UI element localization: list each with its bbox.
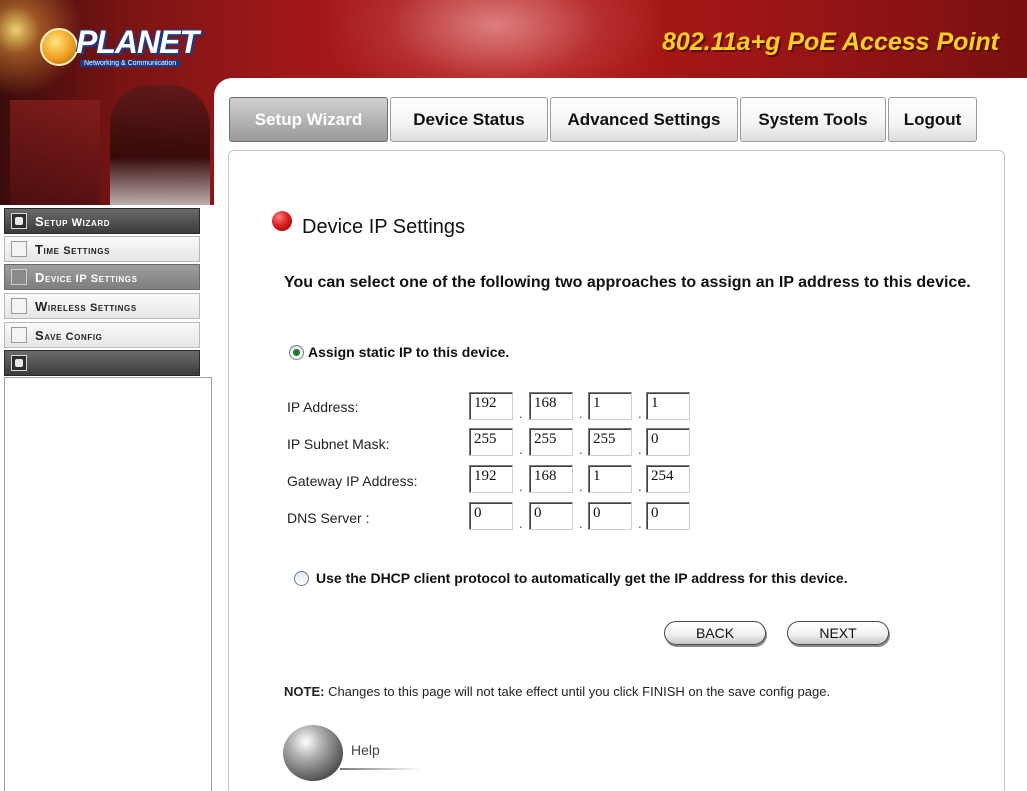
ip-address-octet-3[interactable]: 1	[588, 392, 632, 420]
product-title: 802.11a+g PoE Access Point	[662, 28, 999, 56]
sidebar-box-icon	[11, 213, 27, 229]
dns-server-label: DNS Server :	[287, 510, 370, 526]
sidebar-item-label: Save Config	[35, 327, 103, 343]
sidebar-panel	[4, 377, 212, 791]
gateway-octet-3[interactable]: 1	[588, 465, 632, 493]
octet-separator: .	[638, 406, 642, 421]
sidebar-item-save-config[interactable]: Save Config	[4, 322, 200, 348]
subnet-mask-octet-3[interactable]: 255	[588, 428, 632, 456]
octet-separator: .	[519, 442, 523, 457]
sidebar-box-icon	[11, 355, 27, 371]
sidebar-item-label: Wireless Settings	[35, 298, 137, 314]
help-underline	[340, 768, 422, 770]
gateway-octet-1[interactable]: 192	[469, 465, 513, 493]
static-ip-radio[interactable]	[289, 345, 304, 360]
planet-globe-icon	[40, 28, 78, 66]
ip-address-octet-4[interactable]: 1	[646, 392, 690, 420]
ip-address-octet-2[interactable]: 168	[529, 392, 573, 420]
planet-logo: PLANET Networking & Communication	[30, 20, 199, 70]
sidebar-box-icon	[11, 327, 27, 343]
logo-brand-text: PLANET	[76, 24, 199, 60]
tab-advanced-settings[interactable]: Advanced Settings	[550, 97, 738, 142]
octet-separator: .	[579, 406, 583, 421]
dhcp-radio[interactable]	[294, 571, 309, 586]
dns-octet-4[interactable]: 0	[646, 502, 690, 530]
octet-separator: .	[519, 406, 523, 421]
sidebar-item-wireless-settings[interactable]: Wireless Settings	[4, 293, 200, 319]
tab-system-tools[interactable]: System Tools	[740, 97, 886, 142]
subnet-mask-octet-2[interactable]: 255	[529, 428, 573, 456]
next-button[interactable]: NEXT	[787, 621, 889, 645]
logo-tagline: Networking & Communication	[80, 60, 181, 67]
octet-separator: .	[579, 516, 583, 531]
note-body: Changes to this page will not take effec…	[324, 684, 831, 699]
page-title: Device IP Settings	[302, 216, 466, 238]
tab-device-status[interactable]: Device Status	[390, 97, 548, 142]
banner-photo-shape	[10, 100, 100, 205]
back-button[interactable]: BACK	[664, 621, 766, 645]
sidebar: Setup Wizard Time Settings Device IP Set…	[0, 205, 214, 791]
top-nav-tabs: Setup Wizard Device Status Advanced Sett…	[229, 97, 1009, 143]
sidebar-footer-bar	[4, 350, 200, 376]
gateway-octet-2[interactable]: 168	[529, 465, 573, 493]
gateway-label: Gateway IP Address:	[287, 473, 418, 489]
octet-separator: .	[579, 479, 583, 494]
dns-octet-3[interactable]: 0	[588, 502, 632, 530]
banner-person-image	[110, 85, 210, 205]
octet-separator: .	[519, 479, 523, 494]
sidebar-box-icon	[11, 269, 27, 285]
help-orb-icon[interactable]	[283, 725, 343, 781]
octet-separator: .	[579, 442, 583, 457]
octet-separator: .	[519, 516, 523, 531]
help-link[interactable]: Help	[351, 742, 380, 758]
sidebar-item-label: Time Settings	[35, 241, 111, 257]
dns-octet-2[interactable]: 0	[529, 502, 573, 530]
dhcp-label: Use the DHCP client protocol to automati…	[316, 570, 848, 586]
sidebar-item-setup-wizard[interactable]: Setup Wizard	[4, 208, 200, 234]
sidebar-item-label: Setup Wizard	[35, 213, 111, 229]
dns-octet-1[interactable]: 0	[469, 502, 513, 530]
sidebar-box-icon	[11, 241, 27, 257]
note-text: NOTE: Changes to this page will not take…	[284, 683, 884, 701]
ip-address-octet-1[interactable]: 192	[469, 392, 513, 420]
sidebar-item-label: Device IP Settings	[35, 269, 138, 285]
tab-setup-wizard[interactable]: Setup Wizard	[229, 97, 388, 142]
sidebar-item-time-settings[interactable]: Time Settings	[4, 236, 200, 262]
radio-selected-dot	[293, 349, 300, 356]
ip-address-label: IP Address:	[287, 399, 359, 415]
tab-logout[interactable]: Logout	[888, 97, 977, 142]
octet-separator: .	[638, 442, 642, 457]
static-ip-label: Assign static IP to this device.	[308, 344, 510, 360]
subnet-mask-label: IP Subnet Mask:	[287, 436, 390, 452]
sidebar-box-icon	[11, 298, 27, 314]
gateway-octet-4[interactable]: 254	[646, 465, 690, 493]
note-prefix: NOTE:	[284, 684, 325, 699]
red-bullet-icon	[272, 211, 292, 231]
subnet-mask-octet-4[interactable]: 0	[646, 428, 690, 456]
sidebar-item-device-ip-settings[interactable]: Device IP Settings	[4, 264, 200, 290]
intro-text: You can select one of the following two …	[284, 274, 971, 291]
octet-separator: .	[638, 479, 642, 494]
octet-separator: .	[638, 516, 642, 531]
subnet-mask-octet-1[interactable]: 255	[469, 428, 513, 456]
